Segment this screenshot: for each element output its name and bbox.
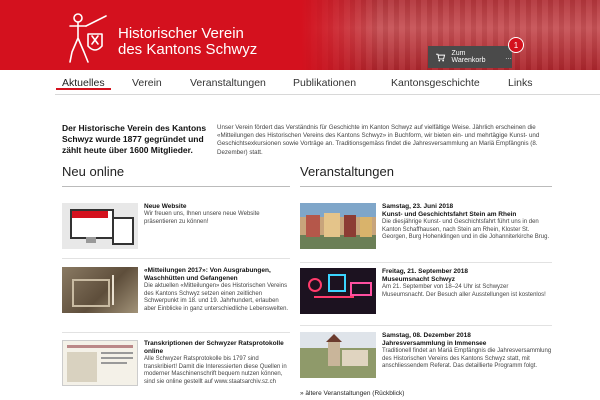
event-title[interactable]: Jahresversammlung in Immensee bbox=[382, 340, 552, 348]
cart-button[interactable]: Zum Warenkorb … bbox=[428, 46, 512, 68]
news-item-ratsprotokolle[interactable]: Transkriptionen der Schwyzer Ratsprotoko… bbox=[62, 340, 290, 386]
event-thumb-stein-am-rhein bbox=[300, 203, 376, 249]
news-text: Alle Schwyzer Ratsprotokolle bis 1797 si… bbox=[144, 356, 287, 385]
event-text: Traditionell findet an Mariä Empfängnis … bbox=[382, 348, 552, 370]
nav-item-links[interactable]: Links bbox=[508, 70, 533, 89]
intro-text: Unser Verein fördert das Verständnis für… bbox=[217, 124, 540, 156]
event-item-museumsnacht[interactable]: Freitag, 21. September 2018 Museumsnacht… bbox=[300, 268, 552, 314]
site-brand[interactable]: Historischer Verein des Kantons Schwyz bbox=[118, 26, 257, 58]
nav-item-publikationen[interactable]: Publikationen bbox=[293, 70, 356, 89]
ellipsis-icon: … bbox=[505, 53, 512, 61]
news-item-website[interactable]: Neue Website Wir freuen uns, Ihnen unser… bbox=[62, 203, 290, 249]
news-title[interactable]: Transkriptionen der Schwyzer Ratsprotoko… bbox=[144, 340, 290, 356]
main-nav: Aktuelles Verein Veranstaltungen Publika… bbox=[55, 70, 600, 95]
news-title[interactable]: «Mitteilungen 2017»: Von Ausgrabungen, W… bbox=[144, 267, 290, 283]
brand-line-1: Historischer Verein bbox=[118, 25, 244, 42]
item-divider bbox=[62, 332, 290, 333]
news-item-mitteilungen[interactable]: «Mitteilungen 2017»: Von Ausgrabungen, W… bbox=[62, 267, 290, 313]
event-thumb-immensee bbox=[300, 332, 376, 378]
event-item-stein-am-rhein[interactable]: Samstag, 23. Juni 2018 Kunst- und Geschi… bbox=[300, 203, 552, 249]
veranstaltungen-heading: Veranstaltungen bbox=[300, 164, 394, 179]
older-events-link[interactable]: » ältere Veranstaltungen (Rückblick) bbox=[300, 390, 404, 397]
event-date: Samstag, 08. Dezember 2018 bbox=[382, 332, 471, 339]
brand-line-2: des Kantons Schwyz bbox=[118, 41, 258, 58]
item-divider bbox=[300, 262, 552, 263]
event-text: Die diesjährige Kunst- und Geschichtsfah… bbox=[382, 219, 550, 241]
news-title[interactable]: Neue Website bbox=[144, 203, 290, 211]
news-thumb-excavation bbox=[62, 267, 138, 313]
neu-online-divider bbox=[62, 186, 290, 187]
item-divider bbox=[300, 325, 552, 326]
news-thumb-website bbox=[62, 203, 138, 249]
event-item-jahresversammlung[interactable]: Samstag, 08. Dezember 2018 Jahresversamm… bbox=[300, 332, 552, 378]
event-text: Am 21. September von 18–24 Uhr ist Schwy… bbox=[382, 284, 546, 298]
news-thumb-ratsprotokolle bbox=[62, 340, 138, 386]
event-thumb-museumsnacht bbox=[300, 268, 376, 314]
nav-item-kantonsgeschichte[interactable]: Kantonsgeschichte bbox=[391, 70, 480, 89]
event-title[interactable]: Kunst- und Geschichtsfahrt Stein am Rhei… bbox=[382, 211, 552, 219]
neu-online-heading: Neu online bbox=[62, 164, 125, 179]
item-divider bbox=[62, 258, 290, 259]
veranstaltungen-divider bbox=[300, 186, 552, 187]
nav-item-verein[interactable]: Verein bbox=[132, 70, 162, 89]
logo-icon[interactable] bbox=[62, 12, 112, 64]
event-title[interactable]: Museumsnacht Schwyz bbox=[382, 276, 552, 284]
nav-item-aktuelles[interactable]: Aktuelles bbox=[56, 70, 111, 90]
shopping-cart-icon bbox=[436, 53, 446, 61]
news-text: Wir freuen uns, Ihnen unsere neue Websit… bbox=[144, 211, 260, 225]
event-date: Samstag, 23. Juni 2018 bbox=[382, 203, 454, 210]
nav-item-veranstaltungen[interactable]: Veranstaltungen bbox=[190, 70, 266, 89]
cart-count-badge: 1 bbox=[508, 37, 524, 53]
intro-title: Der Historische Verein des Kantons Schwy… bbox=[62, 123, 207, 155]
news-text: Die aktuellen «Mitteilungen» des Histori… bbox=[144, 283, 289, 312]
cart-label: Zum Warenkorb bbox=[451, 50, 486, 64]
event-date: Freitag, 21. September 2018 bbox=[382, 268, 468, 275]
